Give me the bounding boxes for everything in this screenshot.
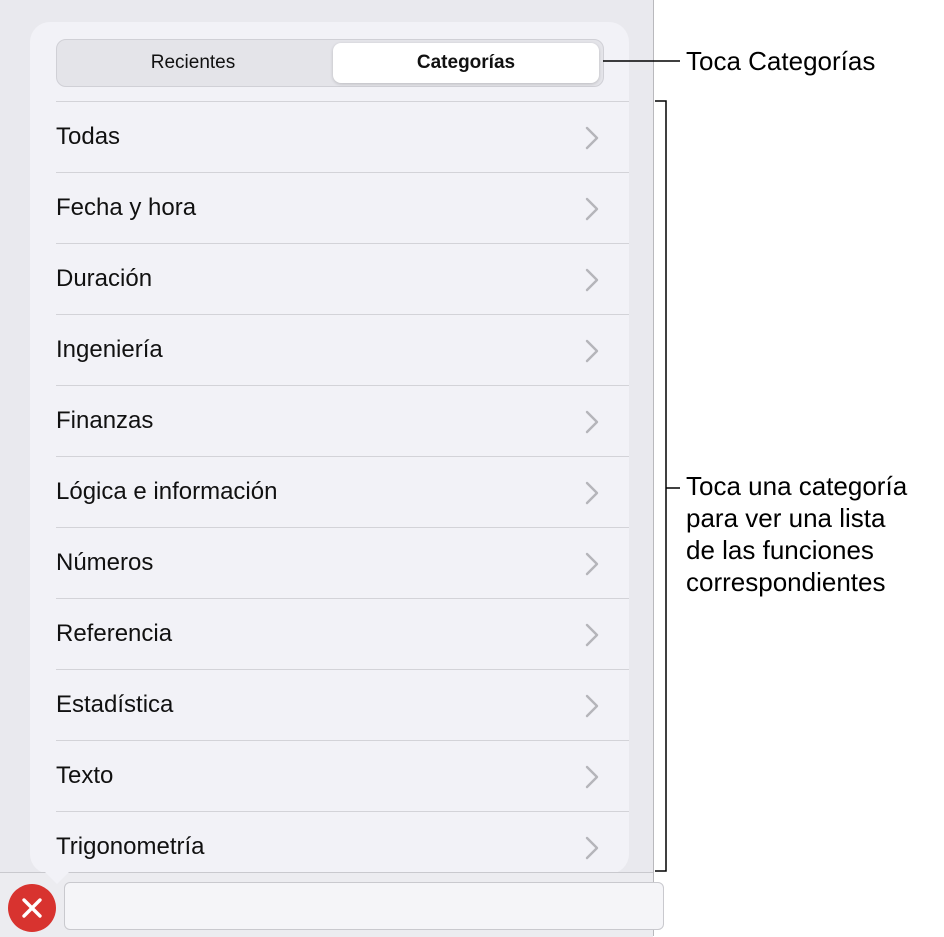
list-item[interactable]: Números [56,527,629,598]
category-label: Texto [56,762,114,789]
category-label: Finanzas [56,407,154,434]
chevron-right-icon [585,623,599,647]
list-item[interactable]: Lógica e información [56,456,629,527]
category-label: Referencia [56,620,173,647]
category-label: Ingeniería [56,336,163,363]
chevron-right-icon [585,694,599,718]
tab-categorias[interactable]: Categorías [333,43,599,83]
list-item[interactable]: Duración [56,243,629,314]
category-label: Estadística [56,691,174,718]
list-item[interactable]: Trigonometría [56,811,629,874]
chevron-right-icon [585,836,599,860]
category-label: Todas [56,123,121,150]
functions-popover: Recientes Categorías Todas Fecha y hora … [30,22,629,874]
category-list: Todas Fecha y hora Duración Ingeniería F… [56,101,629,874]
list-item[interactable]: Todas [56,101,629,172]
app-screen: Recientes Categorías Todas Fecha y hora … [0,0,664,937]
formula-input[interactable] [64,882,664,930]
list-item[interactable]: Estadística [56,669,629,740]
chevron-right-icon [585,339,599,363]
category-label: Números [56,549,154,576]
close-button[interactable] [8,884,56,932]
category-label: Lógica e información [56,478,278,505]
chevron-right-icon [585,268,599,292]
callout-tap-categories: Toca Categorías [686,46,876,76]
chevron-right-icon [585,126,599,150]
list-item[interactable]: Ingeniería [56,314,629,385]
chevron-right-icon [585,410,599,434]
category-label: Fecha y hora [56,194,197,221]
segmented-control: Recientes Categorías [56,39,604,87]
chevron-right-icon [585,481,599,505]
callout-line: correspondientes [686,567,886,597]
chevron-right-icon [585,197,599,221]
callout-line: de las funciones [686,535,874,565]
callout-tap-category: Toca una categoría para ver una lista de… [686,470,944,598]
chevron-right-icon [585,552,599,576]
close-icon [22,898,42,918]
category-label: Trigonometría [56,833,205,860]
category-label: Duración [56,265,153,292]
list-item[interactable]: Texto [56,740,629,811]
list-item[interactable]: Referencia [56,598,629,669]
chevron-right-icon [585,765,599,789]
callout-bracket [655,100,667,872]
callout-line: Toca una categoría [686,471,908,501]
tab-recientes[interactable]: Recientes [60,43,326,83]
list-item[interactable]: Fecha y hora [56,172,629,243]
callout-line: para ver una lista [686,503,886,533]
list-item[interactable]: Finanzas [56,385,629,456]
